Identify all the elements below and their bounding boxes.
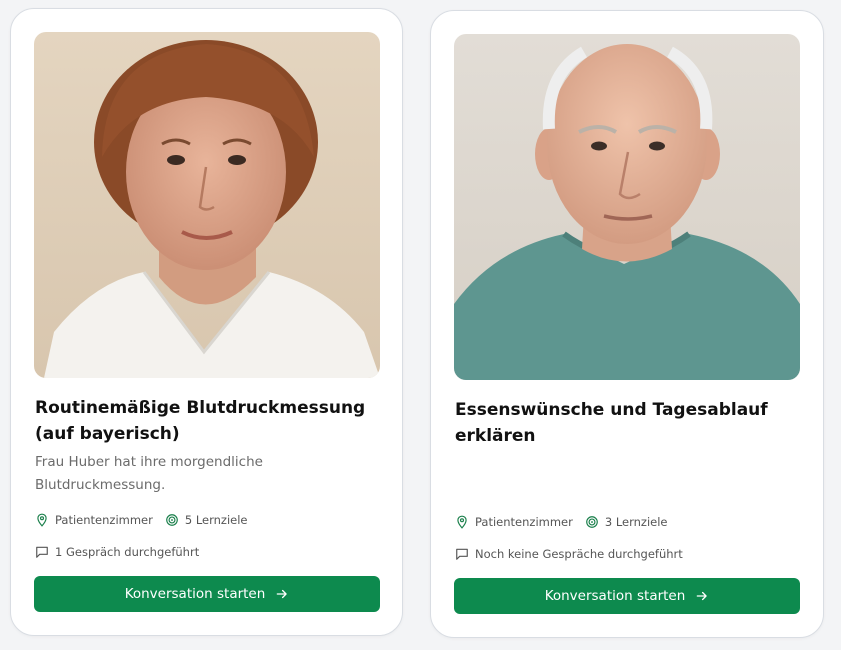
meta-conversations: Noch keine Gespräche durchgeführt [455, 545, 683, 563]
scenario-title: Essenswünsche und Tagesablauf erklären [455, 400, 768, 446]
learning-goals-label: 5 Lernziele [184, 513, 248, 527]
conversations-label: Noch keine Gespräche durchgeführt [475, 547, 683, 561]
arrow-right-icon [695, 589, 709, 603]
learning-goals-label: 3 Lernziele [604, 515, 668, 529]
map-pin-icon [455, 515, 469, 529]
meta-location-goals: Patientenzimmer 3 Lernziele [455, 513, 668, 531]
elderly-man-portrait-icon [454, 34, 800, 380]
target-icon [585, 515, 599, 529]
start-conversation-label: Konversation starten [124, 586, 266, 602]
meta-conversations: 1 Gespräch durchgeführt [35, 543, 199, 561]
start-conversation-label: Konversation starten [544, 588, 686, 604]
scenario-title: Routinemäßige Blutdruckmessung (auf baye… [35, 398, 366, 444]
scenario-card: Routinemäßige Blutdruckmessung (auf baye… [10, 8, 403, 636]
scenario-description: Frau Huber hat ihre morgendliche Blutdru… [35, 454, 263, 493]
location-label: Patientenzimmer [55, 513, 153, 527]
start-conversation-button[interactable]: Konversation starten [454, 578, 800, 614]
scenario-card: Essenswünsche und Tagesablauf erklären P… [430, 10, 824, 638]
conversations-label: 1 Gespräch durchgeführt [55, 545, 200, 559]
elderly-woman-portrait-icon [34, 32, 380, 378]
patient-photo [454, 34, 800, 380]
patient-photo [34, 32, 380, 378]
meta-location-goals: Patientenzimmer 5 Lernziele [35, 511, 248, 529]
location-label: Patientenzimmer [475, 515, 573, 529]
chat-bubble-icon [455, 547, 469, 561]
target-icon [165, 513, 179, 527]
start-conversation-button[interactable]: Konversation starten [34, 576, 380, 612]
chat-bubble-icon [35, 545, 49, 559]
arrow-right-icon [275, 587, 289, 601]
map-pin-icon [35, 513, 49, 527]
